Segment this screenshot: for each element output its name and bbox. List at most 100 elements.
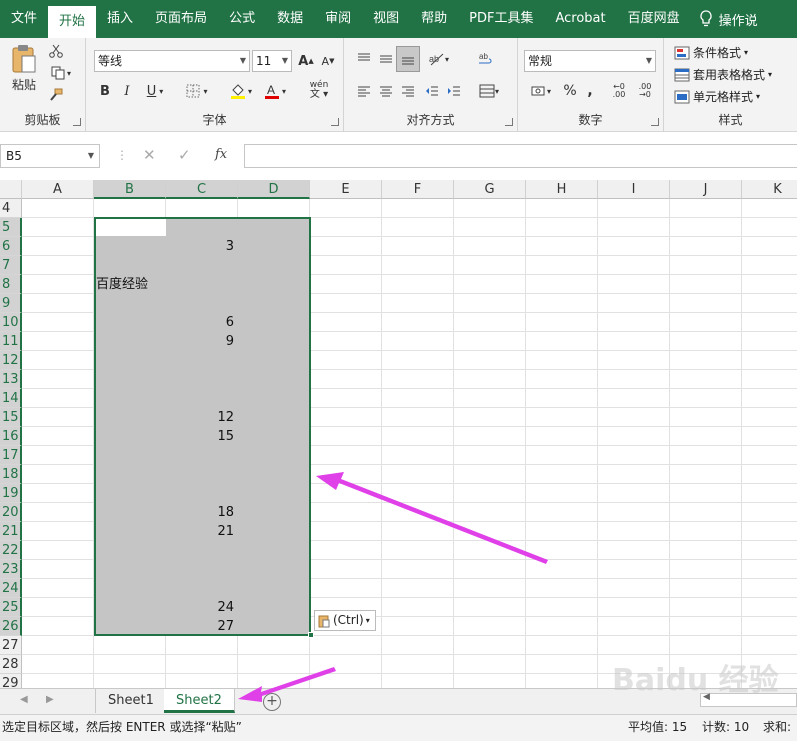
tab-page-layout[interactable]: 页面布局 — [144, 0, 218, 38]
horizontal-scrollbar[interactable]: ◀ — [700, 692, 797, 707]
increase-decimal-button[interactable]: ←0.00 — [608, 80, 630, 102]
top-align-button[interactable] — [354, 48, 374, 70]
number-format-select[interactable]: 常规 ▼ — [524, 50, 656, 72]
insert-function-icon[interactable]: fx — [215, 147, 227, 162]
row-header-17[interactable]: 17 — [0, 446, 22, 465]
row-header-26[interactable]: 26 — [0, 617, 22, 636]
row-header-9[interactable]: 9 — [0, 294, 22, 313]
row-header-25[interactable]: 25 — [0, 598, 22, 617]
clipboard-launcher[interactable] — [73, 118, 81, 126]
row-header-11[interactable]: 11 — [0, 332, 22, 351]
increase-indent-button[interactable] — [444, 80, 464, 102]
wrap-text-button[interactable]: ab — [474, 48, 498, 70]
right-align-button[interactable] — [398, 80, 418, 102]
scroll-left-icon[interactable]: ◀ — [703, 692, 710, 702]
middle-align-button[interactable] — [376, 48, 396, 70]
row-header-23[interactable]: 23 — [0, 560, 22, 579]
row-header-18[interactable]: 18 — [0, 465, 22, 484]
tab-review[interactable]: 审阅 — [314, 0, 362, 38]
row-header-4[interactable]: 4 — [0, 199, 22, 218]
fill-handle[interactable] — [308, 632, 314, 638]
bottom-align-button[interactable] — [396, 46, 420, 72]
row-header-16[interactable]: 16 — [0, 427, 22, 446]
accounting-format-button[interactable]: ▾ — [526, 80, 556, 102]
cell-c20[interactable]: 18 — [168, 503, 236, 522]
row-header-21[interactable]: 21 — [0, 522, 22, 541]
row-header-10[interactable]: 10 — [0, 313, 22, 332]
tab-help[interactable]: 帮助 — [410, 0, 458, 38]
left-align-button[interactable] — [354, 80, 374, 102]
merge-center-button[interactable]: ▾ — [474, 80, 504, 102]
tab-insert[interactable]: 插入 — [96, 0, 144, 38]
cell-c25[interactable]: 24 — [168, 598, 236, 617]
font-size-select[interactable]: 11 ▼ — [252, 50, 292, 72]
font-color-button[interactable]: A ▾ — [260, 80, 290, 102]
format-as-table-button[interactable]: 套用表格格式 ▾ — [674, 66, 772, 83]
grow-font-button[interactable]: A ▲ — [296, 50, 316, 72]
phonetic-button[interactable]: wén 文 ▾ — [302, 78, 336, 102]
alignment-launcher[interactable] — [505, 118, 513, 126]
orientation-button[interactable]: ab ▾ — [424, 48, 454, 70]
column-header-f[interactable]: F — [382, 180, 454, 199]
underline-button[interactable]: U ▾ — [140, 80, 170, 102]
column-header-h[interactable]: H — [526, 180, 598, 199]
tab-home[interactable]: 开始 — [48, 6, 97, 38]
cell-styles-button[interactable]: 单元格样式 ▾ — [674, 88, 760, 105]
fill-color-button[interactable]: ▾ — [226, 80, 256, 102]
row-header-27[interactable]: 27 — [0, 636, 22, 655]
font-launcher[interactable] — [331, 118, 339, 126]
cell-c16[interactable]: 15 — [168, 427, 236, 446]
row-header-14[interactable]: 14 — [0, 389, 22, 408]
tab-baidu-netdisk[interactable]: 百度网盘 — [617, 0, 691, 38]
select-all-corner[interactable] — [0, 180, 22, 199]
column-header-i[interactable]: I — [598, 180, 670, 199]
row-header-6[interactable]: 6 — [0, 237, 22, 256]
tab-data[interactable]: 数据 — [266, 0, 314, 38]
tell-me-search[interactable]: 操作说 — [699, 10, 758, 29]
shrink-font-button[interactable]: A ▼ — [318, 50, 338, 72]
column-header-b[interactable]: B — [94, 180, 166, 199]
row-header-7[interactable]: 7 — [0, 256, 22, 275]
worksheet-grid[interactable]: ABCDEFGHIJK 4 5 6 7 8 9 10 11 12 13 14 15 16 17 18 19 20… — [0, 180, 797, 688]
row-header-22[interactable]: 22 — [0, 541, 22, 560]
comma-style-button[interactable]: , — [582, 80, 598, 102]
row-header-19[interactable]: 19 — [0, 484, 22, 503]
tab-view[interactable]: 视图 — [362, 0, 410, 38]
column-header-a[interactable]: A — [22, 180, 94, 199]
tab-file[interactable]: 文件 — [0, 0, 48, 38]
row-header-5[interactable]: 5 — [0, 218, 22, 237]
row-header-13[interactable]: 13 — [0, 370, 22, 389]
copy-button[interactable]: ▾ — [46, 64, 76, 82]
tab-formulas[interactable]: 公式 — [218, 0, 266, 38]
font-name-select[interactable]: 等线 ▼ — [94, 50, 250, 72]
cut-button[interactable] — [46, 42, 66, 60]
row-header-24[interactable]: 24 — [0, 579, 22, 598]
cell-c21[interactable]: 21 — [168, 522, 236, 541]
row-header-12[interactable]: 12 — [0, 351, 22, 370]
tab-acrobat[interactable]: Acrobat — [544, 0, 616, 38]
italic-button[interactable]: I — [118, 80, 136, 102]
cell-c10[interactable]: 6 — [168, 313, 236, 332]
paste-button[interactable]: 粘贴 — [6, 42, 42, 94]
number-launcher[interactable] — [651, 118, 659, 126]
format-painter-button[interactable] — [46, 86, 66, 104]
row-header-8[interactable]: 8 — [0, 275, 22, 294]
cell-c11[interactable]: 9 — [168, 332, 236, 351]
cell-b8[interactable]: 百度经验 — [96, 275, 148, 294]
formula-input[interactable] — [244, 144, 797, 168]
conditional-formatting-button[interactable]: 条件格式 ▾ — [674, 44, 748, 61]
enter-icon[interactable]: ✓ — [178, 146, 191, 164]
active-cell[interactable] — [96, 219, 166, 236]
column-header-g[interactable]: G — [454, 180, 526, 199]
bold-button[interactable]: B — [96, 80, 114, 102]
column-header-j[interactable]: J — [670, 180, 742, 199]
center-align-button[interactable] — [376, 80, 396, 102]
row-header-15[interactable]: 15 — [0, 408, 22, 427]
borders-button[interactable]: ▾ — [182, 80, 212, 102]
decrease-decimal-button[interactable]: .00 →0 — [634, 80, 656, 102]
name-box[interactable]: B5 ▼ — [0, 144, 100, 168]
row-header-20[interactable]: 20 — [0, 503, 22, 522]
cancel-icon[interactable]: ✕ — [143, 146, 156, 164]
percent-button[interactable]: % — [560, 80, 580, 102]
cell-c6[interactable]: 3 — [168, 237, 236, 256]
